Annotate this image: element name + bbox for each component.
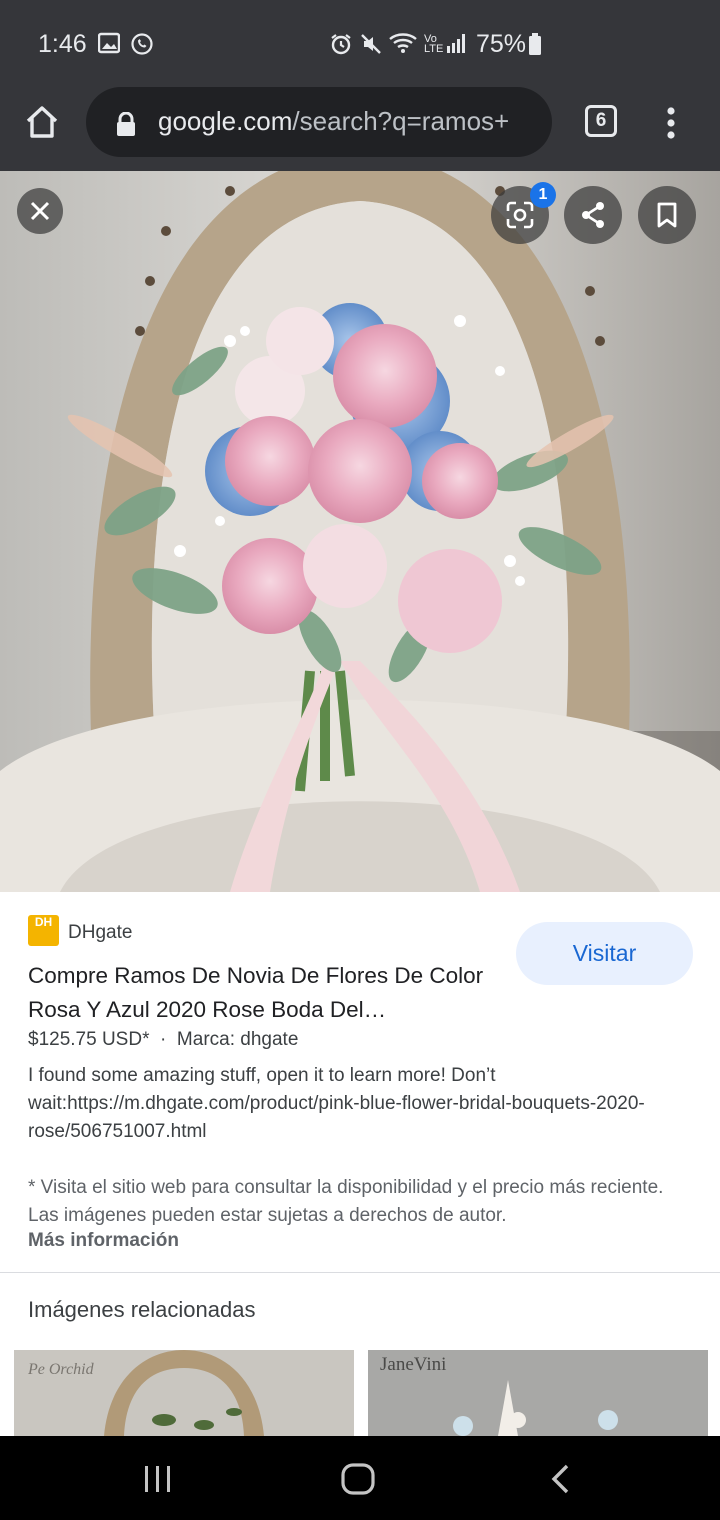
volte-indicator: Vo LTE <box>424 33 444 55</box>
url-domain: google.com <box>158 106 293 136</box>
battery-icon <box>529 33 541 55</box>
related-image-1-photo: Pe Orchid <box>14 1350 354 1436</box>
related-image-2[interactable]: JaneVini <box>368 1350 708 1436</box>
price-separator: · <box>160 1029 167 1050</box>
logo-text: DH <box>34 915 53 929</box>
signal-icon <box>447 34 465 53</box>
address-bar-url[interactable]: google.com/search?q=ramos+ <box>158 106 538 137</box>
close-icon <box>30 201 50 221</box>
url-path: /search?q=ramos+ <box>292 106 510 136</box>
lens-icon <box>506 201 534 229</box>
result-description: I found some amazing stuff, open it to l… <box>28 1065 645 1142</box>
whatsapp-notification-icon <box>131 33 153 55</box>
browser-toolbar: google.com/search?q=ramos+ 6 <box>0 87 720 171</box>
home-nav-icon[interactable] <box>340 1462 376 1496</box>
mute-icon <box>361 34 381 54</box>
price-line: $125.75 USD* · Marca: dhgate <box>28 1029 298 1051</box>
visit-button[interactable]: Visitar <box>516 922 693 985</box>
more-info-link[interactable]: Más información <box>28 1230 179 1252</box>
price: $125.75 USD* <box>28 1029 150 1050</box>
divider <box>0 1272 720 1273</box>
dhgate-logo: DH <box>28 915 59 946</box>
result-details: DH DHgate Visitar Compre Ramos De Novia … <box>0 892 720 1272</box>
availability-note: * Visita el sitio web para consultar la … <box>28 1177 664 1226</box>
image-preview[interactable]: 1 <box>0 171 720 892</box>
brand: Marca: dhgate <box>176 1029 299 1050</box>
wifi-icon <box>389 33 417 53</box>
close-button[interactable] <box>17 188 63 234</box>
back-icon[interactable] <box>548 1463 572 1495</box>
thumb1-watermark: Pe Orchid <box>27 1361 95 1378</box>
source-name[interactable]: DHgate <box>68 922 132 944</box>
related-images-heading: Imágenes relacionadas <box>28 1297 256 1322</box>
bouquet-photo <box>0 171 720 892</box>
lens-badge: 1 <box>530 182 556 208</box>
tab-switcher-button[interactable]: 6 <box>585 105 617 137</box>
battery-percentage: 75% <box>476 30 527 58</box>
menu-kebab-icon[interactable] <box>664 106 678 140</box>
save-button[interactable] <box>638 186 696 244</box>
recent-apps-icon[interactable] <box>142 1464 174 1494</box>
bookmark-icon <box>657 202 677 228</box>
system-navigation-bar <box>0 1436 720 1520</box>
share-icon <box>582 202 604 228</box>
related-image-2-photo: JaneVini <box>368 1350 708 1436</box>
alarm-icon <box>331 34 351 55</box>
lock-icon <box>117 112 135 136</box>
home-icon[interactable] <box>24 104 60 140</box>
status-bar: 1:46 Vo LTE 75% <box>0 0 720 88</box>
share-button[interactable] <box>564 186 622 244</box>
gallery-notification-icon <box>98 32 120 54</box>
thumb2-watermark: JaneVini <box>380 1354 446 1375</box>
result-title[interactable]: Compre Ramos De Novia De Flores De Color… <box>28 959 498 1027</box>
related-image-1[interactable]: Pe Orchid <box>14 1350 354 1436</box>
status-time: 1:46 <box>38 30 87 58</box>
